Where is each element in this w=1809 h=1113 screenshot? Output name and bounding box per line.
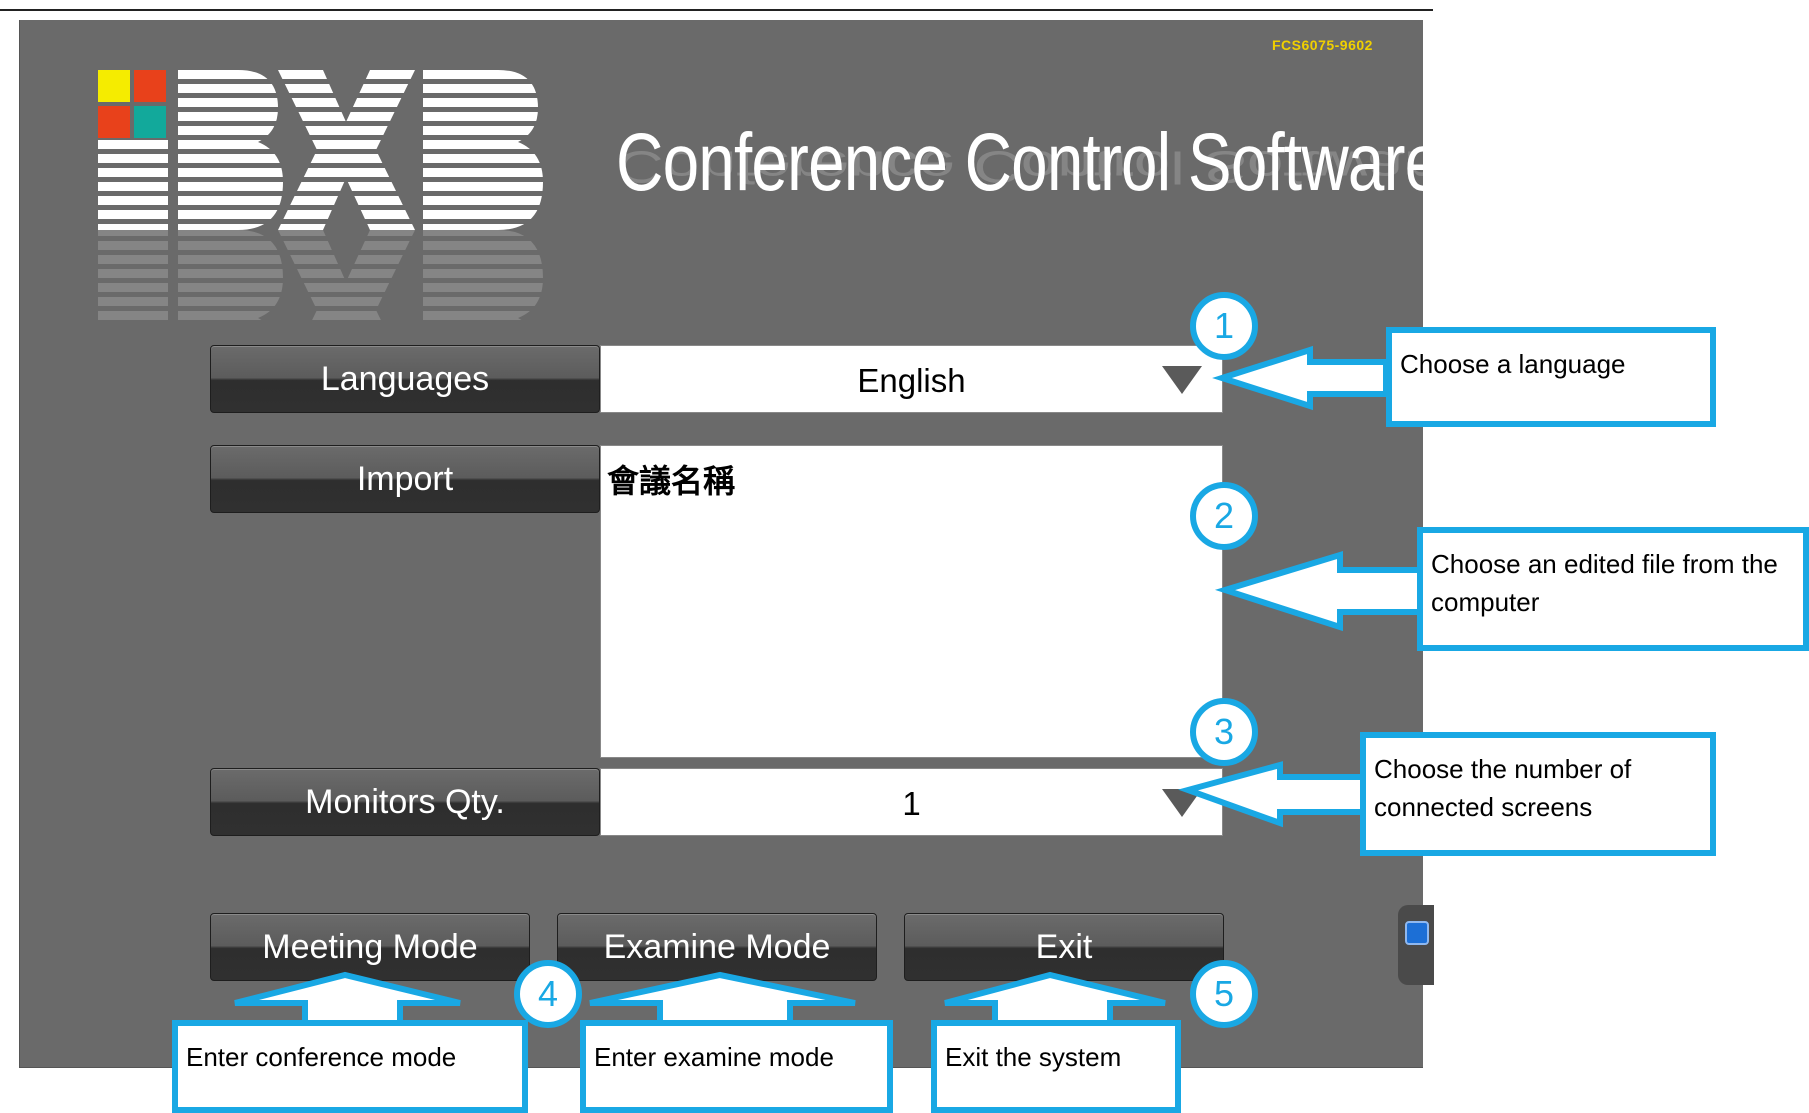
- badge-2: 2: [1190, 482, 1258, 550]
- arrow-6: [944, 971, 1166, 1028]
- arrow-4: [234, 971, 461, 1028]
- badge-5: 5: [1190, 960, 1258, 1028]
- arrow-1: [1212, 345, 1389, 411]
- callout-choose-file: Choose an edited file from the computer: [1417, 527, 1809, 651]
- badge-3: 3: [1190, 698, 1258, 766]
- callout-meeting-mode: Enter conference mode: [172, 1020, 528, 1113]
- callout-choose-monitors: Choose the number of connected screens: [1360, 732, 1716, 856]
- callout-exit: Exit the system: [931, 1020, 1181, 1113]
- arrow-2: [1214, 550, 1423, 632]
- callout-examine-mode: Enter examine mode: [580, 1020, 893, 1113]
- callout-choose-language: Choose a language: [1386, 327, 1716, 427]
- badge-1: 1: [1190, 292, 1258, 360]
- arrow-3: [1178, 761, 1368, 828]
- arrow-5: [589, 971, 856, 1028]
- badge-4: 4: [514, 960, 582, 1028]
